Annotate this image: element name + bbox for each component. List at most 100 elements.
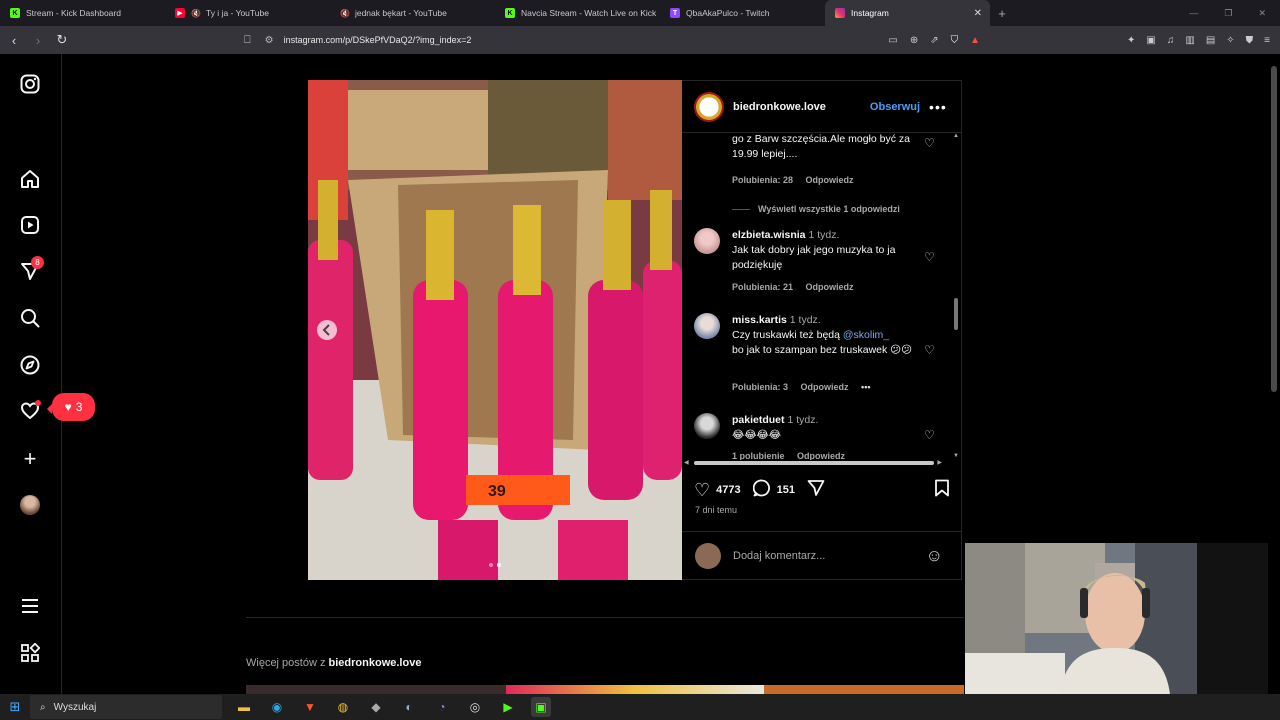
new-tab-button[interactable]: + [990,6,1014,21]
tab-youtube-ty-i-ja[interactable]: ▶ 🔇 Ty i ja - YouTube [165,0,330,26]
current-user-avatar [695,543,721,569]
brave-rewards-icon[interactable]: ▲ [970,35,980,46]
sidebar-toggle-icon[interactable]: ▥ [1185,35,1194,46]
comment-like-icon[interactable]: ♡ [924,250,935,265]
steam-icon[interactable]: ◐ [399,697,419,717]
prev-image-button[interactable] [317,320,337,340]
tab-instagram[interactable]: Instagram ✕ [825,0,990,26]
taskbar-search[interactable]: ⌕ Wyszukaj [30,695,222,719]
apps-icon[interactable] [19,642,41,664]
app-icon[interactable]: ◆ [366,697,386,717]
instagram-logo-icon[interactable] [19,73,41,95]
comment-like-icon[interactable]: ♡ [924,343,935,358]
mention-link[interactable]: @skolim_ [843,329,889,341]
muted-icon[interactable]: 🔇 [340,9,350,18]
cast-icon[interactable]: ▭ [888,35,897,46]
more-posts-username[interactable]: biedronkowe.love [329,657,422,669]
restore-icon[interactable]: ❐ [1224,8,1232,19]
share-icon[interactable]: ⇗ [930,35,938,46]
search-icon[interactable] [19,307,41,329]
post-actions: ♡ 4773 151 [694,479,950,501]
likes-notification-pill[interactable]: ♥ 3 [47,393,95,421]
close-tab-icon[interactable]: ✕ [974,8,982,19]
author-username[interactable]: biedronkowe.love [733,101,826,113]
create-icon[interactable]: + [19,446,41,471]
commenter-avatar[interactable] [694,313,720,339]
close-window-icon[interactable]: ✕ [1258,8,1266,19]
site-info-icon[interactable]: ⚙ [265,35,274,46]
author-avatar[interactable] [694,91,724,122]
search-icon: ⌕ [40,701,46,713]
share-icon[interactable] [807,479,825,502]
commenter-username[interactable]: miss.kartis [732,314,787,326]
tab-kick-navcia[interactable]: K Navcia Stream - Watch Live on Kick [495,0,660,26]
reply-button[interactable]: Odpowiedz [806,175,854,185]
bookmark-icon[interactable]: ⎕ [244,34,251,47]
kick-app-icon[interactable]: ▶ [498,697,518,717]
comment-input[interactable]: Dodaj komentarz... [733,550,825,562]
brave-icon[interactable]: ▼ [300,697,320,717]
tab-youtube-jednak-bekart[interactable]: 🔇 jednak bękart - YouTube [330,0,495,26]
comments-list: go z Barw szczęścia.Ale mogło być za 19.… [682,134,952,460]
edge-icon[interactable]: ◉ [267,697,287,717]
comments-scroll-thumb[interactable] [954,298,958,330]
comment-like-icon[interactable]: ♡ [924,136,935,151]
more-options-icon[interactable]: ••• [929,99,947,115]
profile-avatar[interactable] [19,494,41,516]
comment-icon[interactable] [752,479,771,502]
save-icon[interactable] [934,479,950,502]
page-scrollbar[interactable] [1268,54,1280,694]
windows-start-icon[interactable]: ⊞ [0,699,30,715]
like-icon[interactable]: ♡ [694,480,710,501]
forward-icon[interactable]: › [28,33,48,48]
comments-hscrollbar[interactable]: ◀ ▶ [684,459,950,467]
comment-more-icon[interactable]: ••• [861,382,870,392]
tab-twitch-qba[interactable]: T QbaAkaPulco - Twitch [660,0,825,26]
commenter-username[interactable]: pakietduet [732,414,785,426]
minimize-icon[interactable]: — [1189,8,1198,18]
price-tag-text: 39 [488,483,506,500]
file-explorer-icon[interactable]: ▬ [234,697,254,717]
menu-icon[interactable]: ≡ [1264,35,1270,46]
post-image[interactable]: 39 [308,80,682,580]
url-field[interactable]: ⎕ ⚙ instagram.com/p/DSkePfVDaQ2/?img_ind… [244,29,994,51]
page-scroll-thumb[interactable] [1271,66,1277,392]
back-icon[interactable]: ‹ [4,33,24,48]
hscroll-thumb[interactable] [694,461,934,465]
view-replies-button[interactable]: Wyświetl wszystkie 1 odpowiedzi [732,204,900,214]
messages-icon[interactable]: 8 [19,256,44,282]
leo-icon[interactable]: ✧ [1226,35,1234,46]
reels-icon[interactable] [19,214,41,236]
reply-button[interactable]: Odpowiedz [801,382,849,392]
commenter-avatar[interactable] [694,413,720,439]
follow-button[interactable]: Obserwuj [870,101,920,113]
obs-icon[interactable]: ◎ [465,697,485,717]
music-icon[interactable]: ♫ [1167,35,1175,46]
commenter-avatar[interactable] [694,228,720,254]
champagne-bottles-photo: 39 [308,80,682,580]
comments-count: 151 [776,484,795,496]
tab-kick-dashboard[interactable]: K Stream - Kick Dashboard [0,0,165,26]
vpn-icon[interactable]: ⛊ [1246,35,1254,46]
home-icon[interactable] [19,168,41,190]
discord-icon[interactable]: ◔ [432,697,452,717]
commenter-username[interactable]: elzbieta.wisnia [732,229,806,241]
chrome-icon[interactable]: ◍ [333,697,353,717]
comments-scrollbar[interactable]: ▲ ▼ [952,133,960,459]
extensions-icon[interactable]: ✦ [1127,35,1135,46]
notifications-heart-icon[interactable] [19,400,41,422]
explore-icon[interactable] [19,354,41,376]
reload-icon[interactable]: ↻ [52,32,72,48]
comment-text: go z Barw szczęścia.Ale mogło być za 19.… [732,134,910,160]
screenshot-icon[interactable]: ▣ [1146,35,1155,46]
stream-app-icon[interactable]: ▣ [531,697,551,717]
wallet-icon[interactable]: ▤ [1206,35,1215,46]
brave-shield-icon[interactable]: ⛉ [951,35,959,46]
comment-like-icon[interactable]: ♡ [924,428,935,443]
emoji-icon[interactable]: ☺ [926,546,943,566]
reply-button[interactable]: Odpowiedz [806,282,854,292]
more-menu-icon[interactable] [19,595,41,617]
more-posts-thumbnails[interactable] [246,685,964,694]
muted-icon[interactable]: 🔇 [191,9,201,18]
zoom-icon[interactable]: ⊕ [910,35,918,46]
